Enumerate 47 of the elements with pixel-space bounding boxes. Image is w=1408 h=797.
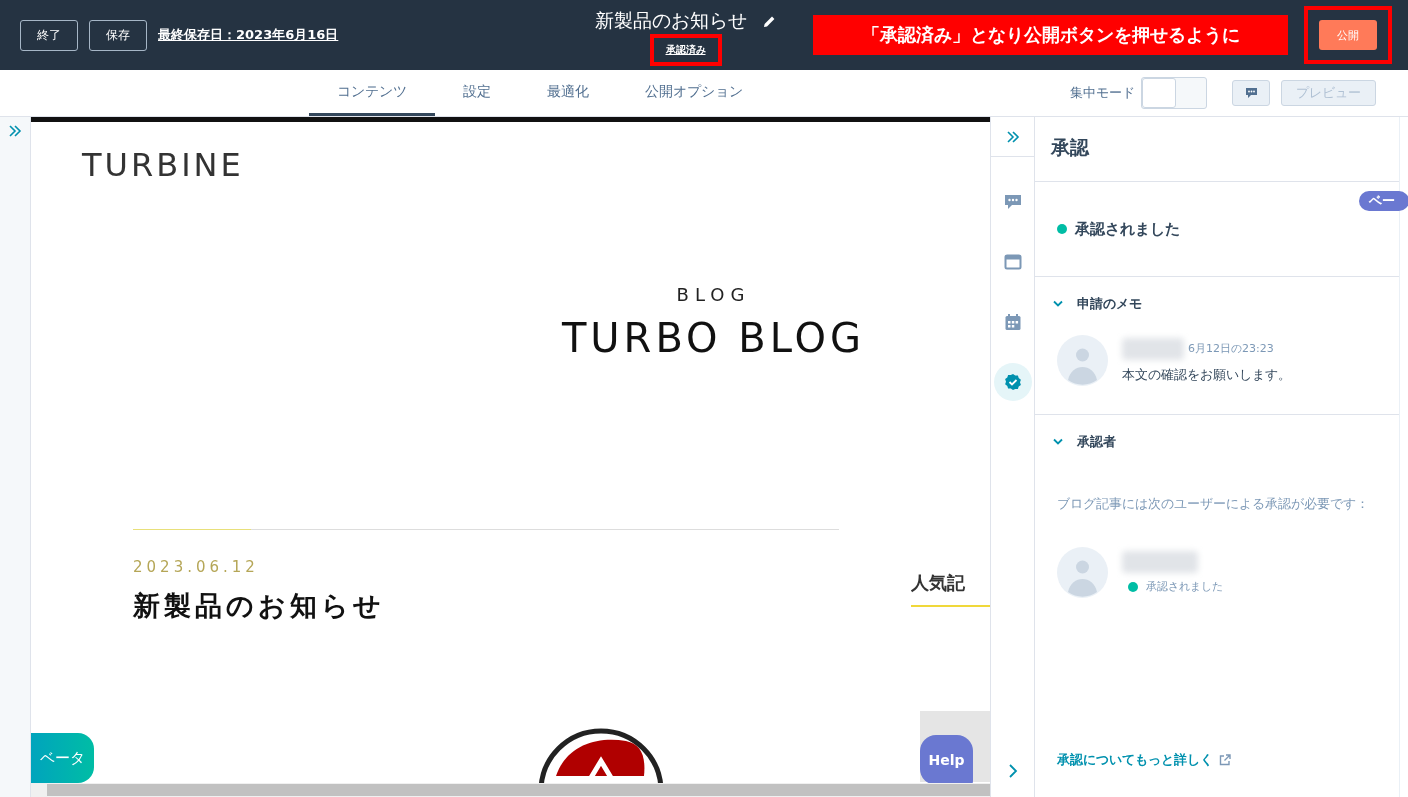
tab[interactable]: コンテンツ — [309, 70, 435, 116]
sidebar-heading: 人気記 — [911, 571, 990, 607]
article-title: 新製品のお知らせ — [133, 589, 386, 623]
approver-description: ブログ記事には次のユーザーによる承認が必要です： — [1057, 496, 1370, 513]
avatar-icon — [1057, 547, 1108, 598]
comment-icon — [1003, 194, 1022, 210]
comment-icon — [1244, 87, 1258, 99]
section-header[interactable]: 申請のメモ — [1053, 295, 1142, 313]
tab[interactable]: 公開オプション — [617, 70, 771, 116]
status-link[interactable]: 承認済み — [653, 38, 718, 62]
tab[interactable]: 最適化 — [519, 70, 617, 116]
note-time: 6月12日の23:23 — [1188, 341, 1274, 356]
approver-status: 承認されました — [1146, 579, 1223, 594]
expand-button[interactable] — [1007, 763, 1018, 779]
header-button[interactable]: 終了 — [20, 19, 78, 51]
site-logo: TURBINE — [82, 146, 245, 184]
chevron-down-icon — [1053, 300, 1063, 308]
panel-title: 承認 — [1035, 117, 1399, 182]
comment-button[interactable] — [1232, 80, 1270, 106]
avatar-icon — [1057, 335, 1108, 386]
collapse-icon[interactable] — [1005, 129, 1020, 144]
approval-status: 承認されました — [1075, 219, 1180, 239]
check-badge-icon — [1003, 373, 1022, 391]
external-link-icon — [1219, 754, 1231, 766]
focus-mode-label: 集中モード — [1070, 84, 1135, 102]
rail-button[interactable] — [993, 363, 1032, 401]
post-title: 新製品のお知らせ — [595, 8, 747, 33]
chevron-down-icon — [1053, 438, 1063, 446]
pencil-icon[interactable] — [763, 14, 776, 28]
header-button[interactable]: 保存 — [89, 19, 147, 51]
beta-badge[interactable]: ベー — [1359, 191, 1408, 211]
last-saved-link[interactable]: 最終保存日：2023年6月16日 — [158, 26, 339, 44]
learn-more-link[interactable]: 承認についてもっと詳しく — [1057, 751, 1231, 769]
focus-mode-toggle[interactable] — [1141, 77, 1207, 109]
horizontal-scrollbar[interactable] — [31, 783, 990, 797]
help-button[interactable]: Help — [920, 735, 973, 785]
window-icon — [1003, 254, 1022, 270]
redacted-name — [1122, 337, 1184, 360]
tab[interactable]: 設定 — [435, 70, 519, 116]
calendar-icon — [1003, 313, 1022, 331]
annotation-banner: 「承認済み」となり公開ボタンを押せるように — [813, 15, 1288, 55]
post-date: 2023.06.12 — [133, 558, 260, 576]
blog-label: BLOG — [676, 284, 751, 305]
expand-icon[interactable] — [8, 124, 22, 138]
section-header[interactable]: 承認者 — [1053, 433, 1116, 451]
blog-title: TURBO BLOG — [561, 315, 866, 361]
note-text: 本文の確認をお願いします。 — [1122, 365, 1291, 384]
